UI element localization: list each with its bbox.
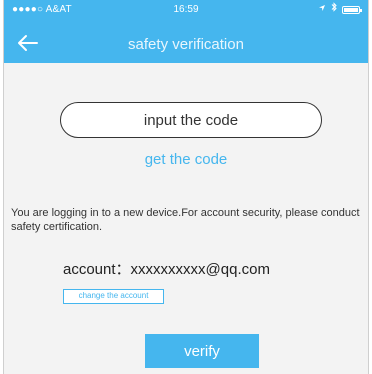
account-label: account：xxxxxxxxxx@qq.com [63, 261, 270, 278]
phone-screen: ●●●●○ A&AT 16:59 safety verification inp… [3, 0, 369, 374]
status-time: 16:59 [173, 4, 199, 15]
code-input-placeholder: input the code [143, 111, 239, 129]
get-code-link[interactable]: get the code [4, 151, 368, 168]
verify-button-label: verify [184, 342, 220, 360]
top-bar: ●●●●○ A&AT 16:59 safety verification [4, 0, 368, 63]
nav-bar: safety verification [4, 27, 368, 63]
status-bar: ●●●●○ A&AT 16:59 [4, 0, 368, 20]
verify-button[interactable]: verify [145, 334, 259, 368]
battery-icon [342, 6, 362, 14]
change-account-button[interactable]: change the account [63, 289, 164, 304]
security-notice: You are logging in to a new device.For a… [11, 207, 360, 233]
bluetooth-icon [331, 0, 337, 20]
page-title: safety verification [128, 36, 244, 53]
location-icon [318, 0, 326, 20]
status-icons [318, 0, 362, 20]
code-input[interactable]: input the code [60, 102, 322, 138]
